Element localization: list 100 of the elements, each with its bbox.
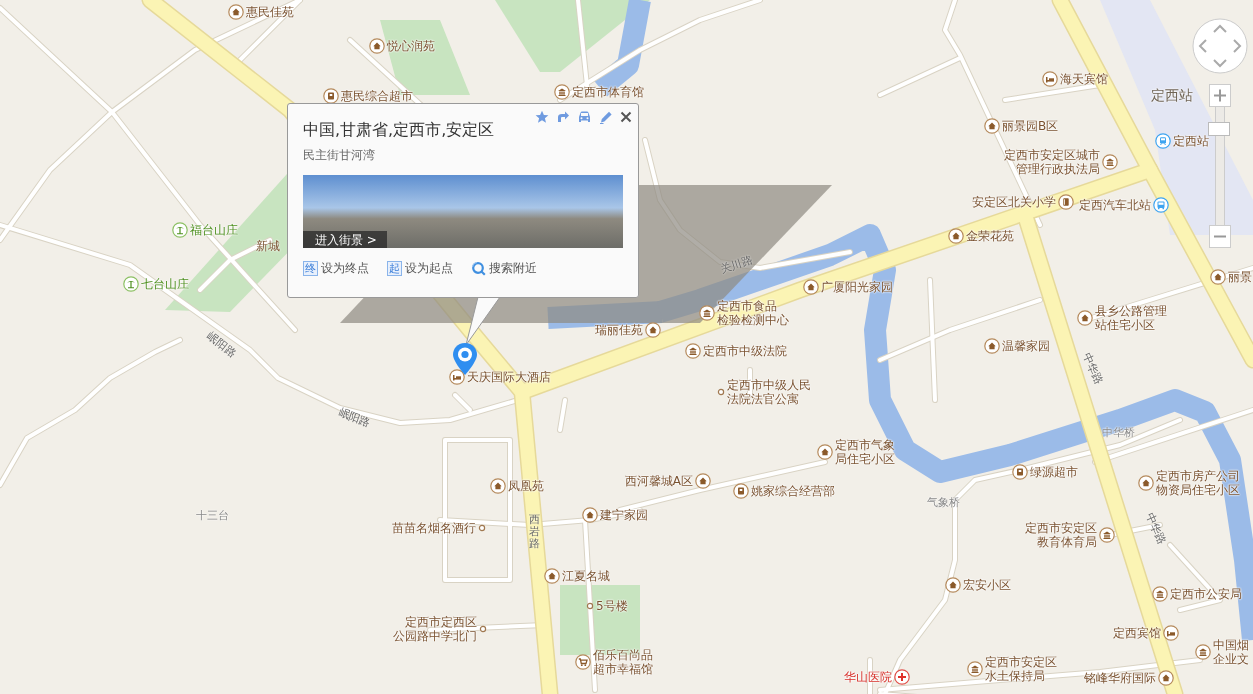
place-label: 华山医院 [844, 670, 892, 684]
shop-icon [733, 483, 749, 499]
house-icon [817, 444, 833, 460]
place-label: 气象桥 [926, 494, 960, 510]
dot-icon [717, 388, 725, 396]
medical-cross-icon [894, 669, 910, 685]
bed-icon [449, 369, 465, 385]
place-label: 5号楼 [596, 599, 628, 613]
place-label: 定西站 [1173, 134, 1209, 148]
pan-control[interactable] [1192, 18, 1248, 74]
train-icon [1155, 133, 1171, 149]
house-icon [1138, 475, 1154, 491]
place-label: 惠民综合超市 [341, 89, 413, 103]
building-icon [967, 661, 983, 677]
place-label: 定西市安定区 教育体育局 [1025, 521, 1097, 549]
place-label: 七台山庄 [141, 277, 189, 291]
place-label: 惠民佳苑 [246, 5, 294, 19]
building-icon [1102, 154, 1118, 170]
house-icon [544, 568, 560, 584]
house-icon [228, 4, 244, 20]
place-label: 定西市食品 检验检测中心 [717, 299, 789, 327]
place-label: 建宁家园 [600, 508, 648, 522]
house-icon [1210, 269, 1226, 285]
place-label: 中华桥 [1101, 424, 1135, 440]
search-nearby-link[interactable]: 搜索附近 [471, 260, 537, 277]
place-label: 海天宾馆 [1060, 72, 1108, 86]
road-name: 中华路 [1141, 510, 1170, 547]
dot-icon [586, 602, 594, 610]
place-label: 凤凰苑 [508, 479, 544, 493]
bed-icon [1042, 71, 1058, 87]
place-label: 定西市安定区 水土保持局 [985, 655, 1057, 683]
house-icon [1077, 310, 1093, 326]
house-icon [695, 473, 711, 489]
pencil-icon[interactable] [599, 110, 613, 124]
building-icon [1152, 586, 1168, 602]
dot-icon [479, 625, 487, 633]
road-name: 中华路 [1078, 350, 1107, 387]
star-icon[interactable] [535, 110, 549, 124]
house-icon [490, 478, 506, 494]
house-icon [803, 279, 819, 295]
place-label: 县乡公路管理 站住宅小区 [1095, 304, 1167, 332]
place-label: 苗苗名烟名酒行 [392, 521, 476, 535]
building-icon [554, 84, 570, 100]
house-icon [948, 228, 964, 244]
place-label: 安定区北关小学 [972, 195, 1056, 209]
place-label: 定西市安定区城市 管理行政执法局 [1004, 148, 1100, 176]
building-icon [1099, 527, 1115, 543]
set-end-link[interactable]: 终 设为终点 [303, 260, 369, 277]
set-start-link[interactable]: 起 设为起点 [387, 260, 453, 277]
zoom-out-button[interactable] [1209, 225, 1231, 248]
zoom-slider-handle[interactable] [1208, 122, 1230, 136]
cart-icon [575, 654, 591, 670]
place-label: 铭峰华府国际 [1084, 671, 1156, 685]
share-icon[interactable] [556, 110, 570, 124]
place-label: 新城 [256, 237, 280, 255]
road-name: 西岩路 [529, 514, 540, 551]
route-badge: 起 [387, 261, 402, 276]
book-icon [1058, 194, 1074, 210]
place-label: 绿源超市 [1030, 465, 1078, 479]
house-icon [582, 507, 598, 523]
place-label: 定西市定西区 公园路中学北门 [393, 615, 477, 643]
address-title: 中国,甘肃省,定西市,安定区 [303, 120, 496, 140]
place-label: 温馨家园 [1002, 339, 1050, 353]
house-icon [984, 338, 1000, 354]
station-label: 定西站 [1151, 87, 1193, 105]
house-icon [945, 577, 961, 593]
place-label: 定西宾馆 [1113, 626, 1161, 640]
close-icon[interactable] [620, 111, 632, 123]
house-icon [369, 38, 385, 54]
place-label: 定西市体育馆 [572, 85, 644, 99]
place-label: 丽景 [1228, 270, 1252, 284]
place-label: 宏安小区 [963, 578, 1011, 592]
shop-icon [1012, 464, 1028, 480]
place-label: 定西汽车北站 [1079, 198, 1151, 212]
place-label: 天庆国际大酒店 [467, 370, 551, 384]
building-icon [1195, 644, 1211, 660]
search-icon [471, 261, 486, 276]
place-label: 丽景园B区 [1002, 119, 1059, 133]
place-label: 定西市公安局 [1170, 587, 1242, 601]
place-label: 福台山庄 [190, 223, 238, 237]
palm-tree-icon [172, 222, 188, 238]
road-name: 岷阳路 [336, 404, 373, 431]
place-label: 定西市房产公司 物资局住宅小区 [1156, 469, 1240, 497]
road-name: 岷阳路 [203, 328, 240, 361]
building-icon [699, 305, 715, 321]
place-label: 定西市中级法院 [703, 344, 787, 358]
place-label: 悦心润苑 [387, 39, 435, 53]
dot-icon [478, 524, 486, 532]
place-label: 瑞丽佳苑 [595, 323, 643, 337]
car-icon[interactable] [577, 110, 592, 124]
place-label: 姚家综合经营部 [751, 484, 835, 498]
house-icon [984, 118, 1000, 134]
street-view-link[interactable]: 进入街景 > [303, 231, 387, 248]
zoom-in-button[interactable] [1209, 84, 1231, 107]
bus-icon [1153, 197, 1169, 213]
place-label: 佰乐百尚品 超市幸福馆 [593, 648, 653, 676]
place-label: 广厦阳光家园 [821, 280, 893, 294]
place-label: 江夏名城 [562, 569, 610, 583]
road-name: 关川路 [718, 252, 755, 277]
street-name: 民主街甘河湾 [303, 148, 376, 162]
